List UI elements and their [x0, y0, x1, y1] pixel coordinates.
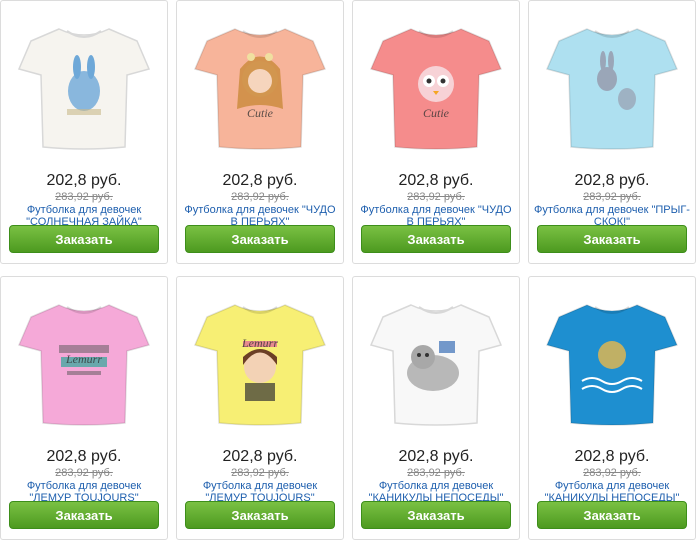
product-card[interactable]: 202,8 руб. 283,92 руб. Футболка для дево… — [0, 0, 168, 264]
product-image[interactable]: Lemurr — [9, 285, 159, 435]
product-image[interactable] — [537, 285, 687, 435]
price: 202,8 руб. — [574, 448, 650, 465]
tshirt-image[interactable]: Lemurr — [181, 281, 339, 439]
product-image[interactable]: Cutie — [185, 9, 335, 159]
tshirt-image[interactable]: Cutie — [181, 5, 339, 163]
tshirt-image[interactable]: Cutie — [357, 5, 515, 163]
tshirt-image[interactable] — [5, 5, 163, 163]
order-button[interactable]: Заказать — [9, 225, 159, 253]
price: 202,8 руб. — [398, 172, 474, 189]
svg-text:Cutie: Cutie — [247, 106, 274, 120]
product-card[interactable]: Lemurr 202,8 руб. 283,92 руб. Футболка д… — [0, 276, 168, 540]
old-price: 283,92 руб. — [583, 191, 641, 203]
product-card[interactable]: 202,8 руб. 283,92 руб. Футболка для дево… — [352, 276, 520, 540]
order-button[interactable]: Заказать — [537, 501, 687, 529]
price: 202,8 руб. — [398, 448, 474, 465]
product-image[interactable] — [537, 9, 687, 159]
old-price: 283,92 руб. — [55, 191, 113, 203]
product-card[interactable]: Cutie 202,8 руб. 283,92 руб. Футболка дл… — [176, 0, 344, 264]
tshirt-image[interactable] — [357, 281, 515, 439]
old-price: 283,92 руб. — [583, 467, 641, 479]
old-price: 283,92 руб. — [55, 467, 113, 479]
tshirt-image[interactable]: Lemurr — [5, 281, 163, 439]
price: 202,8 руб. — [574, 172, 650, 189]
tshirt-image[interactable] — [533, 281, 691, 439]
product-card[interactable]: 202,8 руб. 283,92 руб. Футболка для дево… — [528, 0, 696, 264]
svg-text:Lemurr: Lemurr — [65, 352, 102, 366]
price: 202,8 руб. — [222, 448, 298, 465]
product-card[interactable]: Lemurr 202,8 руб. 283,92 руб. Футболка д… — [176, 276, 344, 540]
product-card[interactable]: 202,8 руб. 283,92 руб. Футболка для дево… — [528, 276, 696, 540]
product-image[interactable] — [361, 285, 511, 435]
product-card[interactable]: Cutie 202,8 руб. 283,92 руб. Футболка дл… — [352, 0, 520, 264]
product-grid: 202,8 руб. 283,92 руб. Футболка для дево… — [0, 0, 700, 546]
order-button[interactable]: Заказать — [185, 501, 335, 529]
svg-text:Cutie: Cutie — [423, 106, 450, 120]
old-price: 283,92 руб. — [407, 467, 465, 479]
price: 202,8 руб. — [46, 172, 122, 189]
tshirt-image[interactable] — [533, 5, 691, 163]
price: 202,8 руб. — [222, 172, 298, 189]
old-price: 283,92 руб. — [231, 191, 289, 203]
order-button[interactable]: Заказать — [361, 225, 511, 253]
product-image[interactable] — [9, 9, 159, 159]
order-button[interactable]: Заказать — [361, 501, 511, 529]
product-image[interactable]: Lemurr — [185, 285, 335, 435]
price: 202,8 руб. — [46, 448, 122, 465]
order-button[interactable]: Заказать — [185, 225, 335, 253]
product-image[interactable]: Cutie — [361, 9, 511, 159]
order-button[interactable]: Заказать — [537, 225, 687, 253]
svg-text:Lemurr: Lemurr — [241, 336, 278, 350]
order-button[interactable]: Заказать — [9, 501, 159, 529]
old-price: 283,92 руб. — [231, 467, 289, 479]
old-price: 283,92 руб. — [407, 191, 465, 203]
